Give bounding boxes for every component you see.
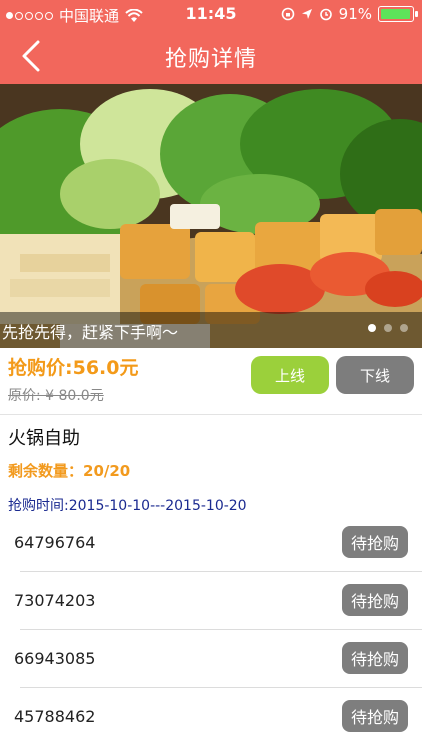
original-price: 原价: ¥ 80.0元 [8, 388, 104, 404]
carousel-dot[interactable] [400, 324, 408, 332]
coupon-code: 45788462 [14, 707, 96, 726]
carousel-dot[interactable] [384, 324, 392, 332]
deal-period: 抢购时间:2015-10-10---2015-10-20 [8, 498, 247, 514]
carousel-dot[interactable] [368, 324, 376, 332]
coupon-code: 73074203 [14, 591, 96, 610]
deal-price: 抢购价:56.0元 [8, 357, 139, 379]
nav-bar: 抢购详情 [0, 28, 422, 84]
offline-button[interactable]: 下线 [336, 356, 414, 394]
carousel-pager[interactable] [368, 324, 408, 332]
list-item: 64796764 待抢购 [0, 514, 422, 572]
list-item: 66943085 待抢购 [0, 630, 422, 688]
page-title: 抢购详情 [164, 47, 257, 72]
list-item: 73074203 待抢购 [0, 572, 422, 630]
list-item: 45788462 待抢购 [0, 688, 422, 746]
remaining-count: 剩余数量：20/20 [8, 462, 131, 480]
alarm-icon [319, 8, 332, 21]
banner-carousel[interactable]: 先抢先得，赶紧下手啊～ [0, 84, 422, 348]
deal-name: 火锅自助 [8, 428, 80, 449]
pending-grab-button[interactable]: 待抢购 [342, 700, 408, 732]
price-section: 抢购价:56.0元 原价: ¥ 80.0元 上线 下线 [0, 348, 422, 415]
status-right: 91% [281, 5, 418, 23]
battery-icon [378, 6, 418, 22]
battery-percent: 91% [338, 5, 372, 23]
pending-grab-button[interactable]: 待抢购 [342, 642, 408, 674]
status-bar: 中国联通 11:45 91% [0, 0, 422, 28]
coupon-code: 66943085 [14, 649, 96, 668]
top-bar: 中国联通 11:45 91% 抢购详情 [0, 0, 422, 84]
coupon-code: 64796764 [14, 533, 96, 552]
code-list: 64796764 待抢购 73074203 待抢购 66943085 待抢购 4… [0, 514, 422, 746]
pending-grab-button[interactable]: 待抢购 [342, 526, 408, 558]
online-button[interactable]: 上线 [251, 356, 329, 394]
banner-caption: 先抢先得，赶紧下手啊～ [2, 323, 179, 342]
banner-caption-bar: 先抢先得，赶紧下手啊～ [0, 312, 422, 348]
location-arrow-icon [301, 9, 312, 19]
hotpot-food-image [0, 84, 422, 348]
rotation-lock-icon [281, 7, 294, 21]
pending-grab-button[interactable]: 待抢购 [342, 584, 408, 616]
